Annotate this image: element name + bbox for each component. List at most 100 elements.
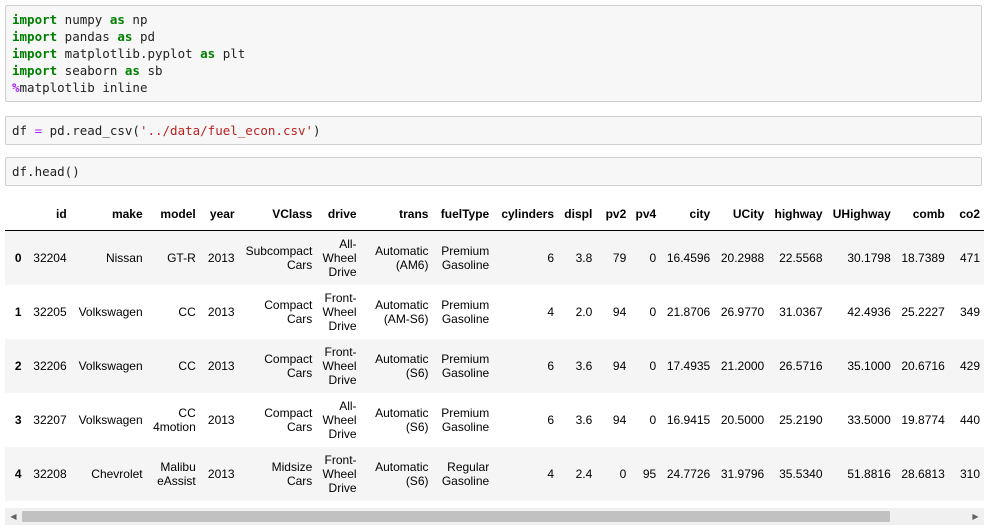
cell-text: 20.6716 [901, 358, 945, 373]
code-cell-imports[interactable]: import numpy as np import pandas as pd imp… [5, 5, 982, 102]
table-cell: 32204 [26, 231, 71, 285]
column-header: displ [558, 198, 597, 231]
table-cell: Subcompact Cars [239, 231, 317, 285]
cell-text: Automatic [375, 243, 429, 258]
cell-text: Cars [286, 365, 313, 380]
scrollbar-thumb[interactable] [22, 511, 890, 522]
cell-text: 79 [612, 250, 627, 265]
code-token: numpy [57, 12, 110, 27]
cell-text: 0 [649, 412, 657, 427]
code-token: seaborn [57, 63, 125, 78]
cell-text: Drive [328, 318, 357, 333]
table-cell: 18.7389 [895, 231, 949, 285]
cell-text: 18.7389 [901, 250, 945, 265]
cell-text: Cars [286, 473, 313, 488]
table-cell: GT-R [147, 231, 200, 285]
table-cell: Nissan [71, 231, 147, 285]
cell-text: Volkswagen [78, 412, 143, 427]
cell-text: 31.9796 [720, 466, 765, 481]
cell-text: 0 [649, 250, 657, 265]
dataframe-output: id make model year VClass drive trans fuelType c… [5, 198, 984, 503]
table-row: 1 32205 Volkswagen CC 2013 Compact Cars Front- W… [5, 285, 984, 339]
cell-text: 32208 [33, 466, 67, 481]
cell-text: 20.2988 [720, 250, 765, 265]
cell-text: Gasoline [441, 257, 490, 272]
cell-text: 3.6 [575, 412, 593, 427]
table-cell: 349 [949, 285, 984, 339]
code-token: import [12, 12, 58, 27]
code-token: import [12, 63, 58, 78]
horizontal-scrollbar[interactable]: ◀ ▶ [5, 508, 984, 525]
cell-text: Wheel [322, 250, 357, 265]
table-cell: 3.6 [558, 339, 596, 393]
code-token: df.head() [12, 164, 80, 179]
table-cell: 2013 [200, 339, 239, 393]
table-cell: Premium Gasoline [432, 285, 493, 339]
cell-text: CC [178, 405, 196, 420]
cell-text: (AM-S6) [383, 311, 429, 326]
table-cell: 17.4935 [660, 339, 714, 393]
cell-text: 440 [959, 412, 980, 427]
cell-text: GT-R [167, 250, 196, 265]
table-cell: 440 [949, 393, 984, 447]
cell-text: 21.2000 [720, 358, 765, 373]
cell-text: 42.4936 [847, 304, 891, 319]
cell-text: 25.2190 [779, 412, 823, 427]
code-cell-head[interactable]: df.head() [5, 157, 982, 186]
cell-text: Malibu [160, 459, 196, 474]
cell-text: 2.4 [575, 466, 593, 481]
code-token: % [12, 80, 20, 95]
cell-text: All- [339, 398, 357, 413]
code-token: as [109, 12, 125, 27]
code-line: import pandas as pd [12, 28, 975, 45]
table-cell: 20.5000 [714, 393, 768, 447]
cell-text: 4 [14, 466, 22, 481]
table-cell: 2.4 [558, 447, 596, 501]
row-index: 2 [5, 339, 26, 393]
cell-text: 26.5716 [779, 358, 823, 373]
cell-text: 6 [547, 412, 555, 427]
column-header: comb [894, 198, 949, 231]
cell-text: 17.4935 [666, 358, 711, 373]
column-header: co2 [948, 198, 984, 231]
cell-text: 4 [547, 466, 555, 481]
column-header [5, 198, 26, 231]
table-cell: 19.8774 [895, 393, 949, 447]
cell-text: Automatic [375, 459, 429, 474]
table-cell: 429 [949, 339, 984, 393]
code-cell-read-csv[interactable]: df = pd.read_csv('../data/fuel_econ.csv'… [5, 116, 982, 145]
cell-text: (S6) [405, 365, 429, 380]
cell-text: Midsize [271, 459, 313, 474]
code-token: matplotlib inline [19, 80, 148, 95]
table-cell: 26.9770 [714, 285, 768, 339]
cell-text: 310 [959, 466, 980, 481]
scroll-left-arrow-icon[interactable]: ◀ [5, 508, 22, 525]
table-cell: 94 [596, 339, 630, 393]
cell-text: Premium [441, 297, 490, 312]
cell-text: Compact [264, 405, 313, 420]
cell-text: 22.5568 [779, 250, 823, 265]
table-cell: 26.5716 [768, 339, 826, 393]
table-cell: Front- Wheel Drive [316, 285, 360, 339]
scroll-right-arrow-icon[interactable]: ▶ [967, 508, 984, 525]
table-cell: 79 [596, 231, 630, 285]
table-cell: 21.2000 [714, 339, 768, 393]
cell-text: Cars [286, 311, 313, 326]
table-cell: 16.4596 [660, 231, 714, 285]
code-token: pd.read_csv( [42, 123, 140, 138]
table-cell: 24.7726 [660, 447, 714, 501]
table-cell: 32206 [26, 339, 71, 393]
table-cell: 31.0367 [768, 285, 826, 339]
cell-text: 4motion [153, 419, 196, 434]
cell-text: Automatic [375, 297, 429, 312]
cell-text: 94 [612, 412, 627, 427]
column-header: pv2 [596, 198, 631, 231]
cell-text: Gasoline [441, 419, 490, 434]
code-token: df [12, 123, 35, 138]
row-index: 0 [5, 231, 26, 285]
table-body: 0 32204 Nissan GT-R 2013 Subcompact Cars All- Wh… [5, 230, 984, 501]
table-cell: 20.2988 [714, 231, 768, 285]
table-header-row: id make model year VClass drive trans fuelType c… [5, 198, 984, 231]
cell-text: 2.0 [575, 304, 593, 319]
row-index: 4 [5, 447, 26, 501]
